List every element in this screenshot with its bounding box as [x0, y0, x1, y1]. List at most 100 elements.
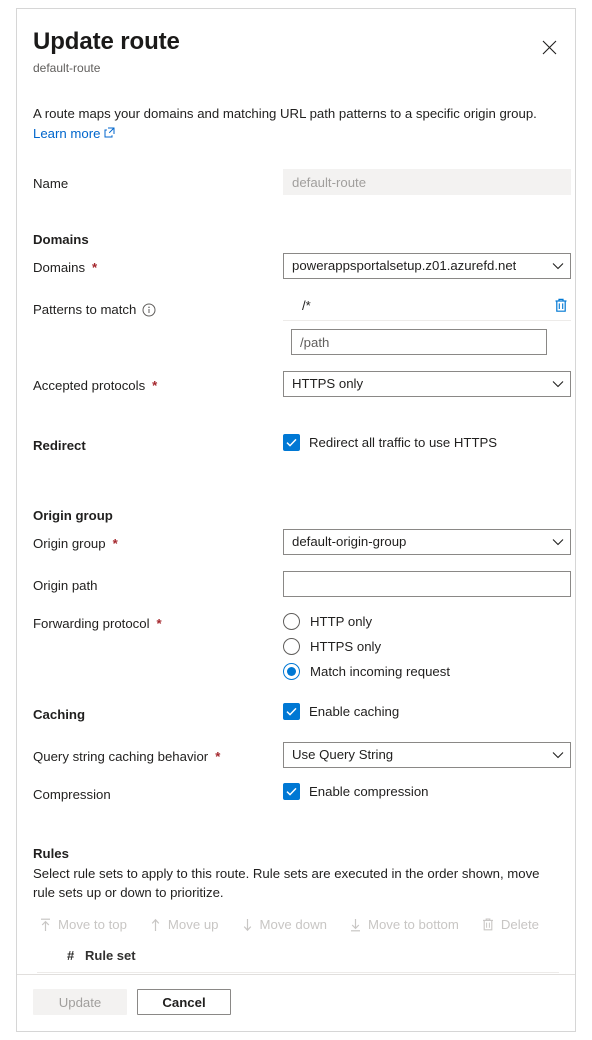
external-link-icon: [104, 124, 115, 143]
rules-table: # Rule set: [33, 948, 559, 974]
column-header-number: #: [67, 948, 75, 963]
page-subtitle: default-route: [33, 61, 101, 75]
radio-match-incoming-request[interactable]: Match incoming request: [283, 659, 559, 684]
delete-rule-button[interactable]: Delete: [479, 914, 541, 935]
toolbar-label: Move down: [259, 917, 327, 932]
close-icon: [542, 40, 557, 55]
section-origin-group: Origin group: [33, 501, 559, 527]
field-row-accepted-protocols: Accepted protocols * HTTPS only: [33, 371, 571, 397]
learn-more-link[interactable]: Learn more: [33, 124, 115, 143]
move-to-top-button[interactable]: Move to top: [37, 914, 129, 935]
domains-label: Domains: [33, 260, 86, 275]
arrow-up-icon: [149, 918, 162, 932]
enable-compression-checkbox[interactable]: [283, 783, 300, 800]
enable-caching-checkbox[interactable]: [283, 703, 300, 720]
enable-caching-row[interactable]: Enable caching: [283, 700, 559, 720]
rules-title: Rules: [33, 846, 69, 861]
field-row-forwarding-protocol: Forwarding protocol * HTTP only HTTPS onl…: [33, 609, 559, 684]
radio-button[interactable]: [283, 638, 300, 655]
radio-label: Match incoming request: [310, 664, 451, 679]
query-caching-value: Use Query String: [292, 747, 394, 762]
delete-pattern-icon[interactable]: [553, 297, 571, 314]
radio-button[interactable]: [283, 613, 300, 630]
required-marker: *: [112, 536, 118, 551]
field-row-caching: Caching Enable caching: [33, 700, 559, 726]
panel-body: A route maps your domains and matching U…: [17, 76, 575, 974]
update-button[interactable]: Update: [33, 989, 127, 1015]
patterns-label: Patterns to match: [33, 302, 137, 317]
domains-select[interactable]: powerappsportalsetup.z01.azurefd.net: [283, 253, 571, 279]
page-title: Update route: [33, 28, 180, 55]
origin-path-input[interactable]: [283, 571, 571, 597]
rules-section: Rules Select rule sets to apply to this …: [33, 844, 559, 974]
arrow-down-icon: [241, 918, 254, 932]
accepted-protocols-select[interactable]: HTTPS only: [283, 371, 571, 397]
field-row-patterns: Patterns to match /*: [33, 295, 571, 355]
origin-group-section-title: Origin group: [33, 508, 113, 523]
close-button[interactable]: [533, 31, 565, 63]
panel-header: Update route default-route: [17, 9, 575, 76]
redirect-checkbox-label: Redirect all traffic to use HTTPS: [309, 435, 498, 450]
required-marker: *: [92, 260, 98, 275]
pattern-input[interactable]: [291, 329, 547, 355]
description-text: A route maps your domains and matching U…: [33, 106, 537, 121]
field-row-origin-path: Origin path: [33, 571, 571, 597]
toolbar-label: Move to top: [58, 917, 127, 932]
chevron-down-icon: [552, 372, 564, 396]
radio-label: HTTPS only: [310, 639, 382, 654]
pattern-item-row: /*: [283, 295, 571, 321]
panel-description: A route maps your domains and matching U…: [33, 76, 559, 143]
query-caching-select[interactable]: Use Query String: [283, 742, 571, 768]
field-row-origin-group: Origin group * default-origin-group: [33, 529, 571, 555]
domains-section-title: Domains: [33, 232, 89, 247]
caching-label: Caching: [33, 707, 86, 722]
pattern-value: /*: [302, 298, 311, 313]
toolbar-label: Move up: [167, 917, 219, 932]
enable-caching-label: Enable caching: [309, 704, 400, 719]
origin-group-label: Origin group: [33, 536, 106, 551]
enable-compression-label: Enable compression: [309, 784, 429, 799]
cancel-button[interactable]: Cancel: [137, 989, 231, 1015]
radio-label: HTTP only: [310, 614, 373, 629]
accepted-protocols-label: Accepted protocols: [33, 378, 146, 393]
trash-icon: [481, 917, 495, 932]
accepted-protocols-value: HTTPS only: [292, 376, 364, 391]
origin-path-label: Origin path: [33, 578, 98, 593]
radio-button-selected[interactable]: [283, 663, 300, 680]
compression-label: Compression: [33, 787, 111, 802]
required-marker: *: [215, 749, 221, 764]
rules-toolbar: Move to top Move up Move down Move to bo…: [33, 914, 559, 935]
panel-footer: Update Cancel: [17, 974, 575, 1031]
toolbar-label: Move to bottom: [367, 917, 459, 932]
origin-group-select[interactable]: default-origin-group: [283, 529, 571, 555]
origin-group-value: default-origin-group: [292, 534, 407, 549]
rules-table-header: # Rule set: [37, 948, 559, 973]
field-row-name: Name default-route: [33, 169, 571, 195]
info-icon[interactable]: [142, 303, 156, 317]
chevron-down-icon: [552, 743, 564, 767]
enable-compression-row[interactable]: Enable compression: [283, 780, 559, 800]
redirect-checkbox-row[interactable]: Redirect all traffic to use HTTPS: [283, 431, 559, 451]
forwarding-protocol-label: Forwarding protocol: [33, 616, 150, 631]
column-header-rule-set: Rule set: [85, 948, 136, 963]
redirect-label: Redirect: [33, 438, 86, 453]
update-route-panel: Update route default-route A route maps …: [16, 8, 576, 1032]
name-input: default-route: [283, 169, 571, 195]
toolbar-label: Delete: [500, 917, 539, 932]
learn-more-label: Learn more: [33, 126, 101, 141]
section-domains: Domains: [33, 225, 559, 251]
move-to-bottom-button[interactable]: Move to bottom: [347, 914, 461, 935]
domains-select-value: powerappsportalsetup.z01.azurefd.net: [292, 258, 517, 273]
radio-https-only[interactable]: HTTPS only: [283, 634, 559, 659]
required-marker: *: [152, 378, 158, 393]
radio-http-only[interactable]: HTTP only: [283, 609, 559, 634]
redirect-checkbox[interactable]: [283, 434, 300, 451]
chevron-down-icon: [552, 254, 564, 278]
required-marker: *: [156, 616, 162, 631]
field-row-compression: Compression Enable compression: [33, 780, 559, 806]
field-row-query-string-caching: Query string caching behavior * Use Query…: [33, 742, 571, 768]
move-down-button[interactable]: Move down: [239, 914, 329, 935]
query-caching-label: Query string caching behavior: [33, 749, 209, 764]
move-up-button[interactable]: Move up: [147, 914, 221, 935]
arrow-up-to-line-icon: [39, 918, 52, 932]
